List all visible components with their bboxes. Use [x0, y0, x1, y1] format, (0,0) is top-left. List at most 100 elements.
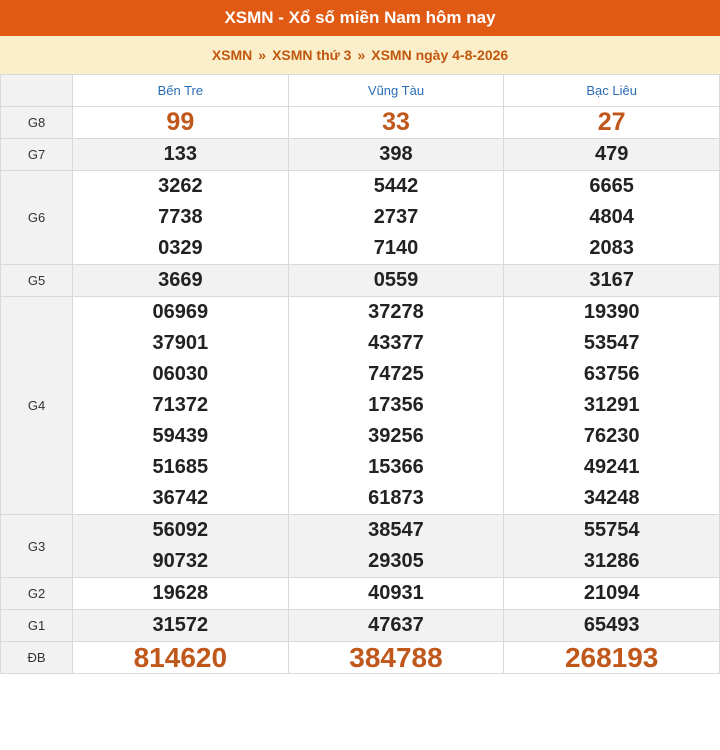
prize-number: 3262 [158, 175, 203, 197]
prize-number: 53547 [583, 332, 640, 354]
prize-cell: 33 [287, 106, 505, 139]
prize-row: G4 06969 37901 06030 71372 59439 51685 36742 372… [0, 296, 720, 515]
prize-number: 3669 [158, 269, 203, 291]
prize-row: G8 99 33 27 [0, 106, 720, 139]
prize-cell: 40931 [287, 577, 505, 610]
prize-number: 51685 [152, 456, 209, 478]
prize-number: 90732 [152, 550, 209, 572]
prize-number: 38547 [368, 519, 424, 541]
prize-cell: 3262 7738 0329 [72, 170, 289, 265]
breadcrumb-separator: » [357, 47, 366, 63]
province-header-vung-tau[interactable]: Vũng Tàu [287, 74, 505, 107]
prize-cell: 268193 [503, 641, 720, 674]
prize-label: G3 [0, 514, 73, 578]
prize-number: 31291 [583, 394, 640, 416]
prize-number: 15366 [368, 456, 424, 478]
prize-cell: 21094 [503, 577, 720, 610]
prize-cell: 3669 [72, 264, 289, 297]
prize-cell: 06969 37901 06030 71372 59439 51685 36742 [72, 296, 289, 515]
prize-cell: 56092 90732 [72, 514, 289, 578]
prize-number: 384788 [349, 642, 443, 673]
prize-cell: 398 [287, 138, 505, 171]
prize-row: G7 133 398 479 [0, 138, 720, 171]
prize-number: 34248 [583, 487, 640, 509]
prize-label: G4 [0, 296, 73, 515]
prize-cell: 65493 [503, 609, 720, 642]
prize-number: 17356 [368, 394, 424, 416]
breadcrumb-link-date[interactable]: XSMN ngày 4-8-2026 [371, 47, 508, 63]
prize-number: 37901 [152, 332, 209, 354]
prize-number: 74725 [368, 363, 424, 385]
prize-cell: 27 [503, 106, 720, 139]
prize-number: 99 [166, 108, 195, 136]
prize-number: 21094 [583, 582, 640, 604]
prize-number: 398 [379, 143, 413, 165]
prize-label: G5 [0, 264, 73, 297]
prize-number: 06030 [152, 363, 209, 385]
prize-number: 2737 [373, 206, 419, 228]
prize-number: 2083 [589, 237, 634, 259]
province-header-ben-tre[interactable]: Bến Tre [72, 74, 289, 107]
prize-row: G5 3669 0559 3167 [0, 264, 720, 297]
prize-number: 7140 [373, 237, 419, 259]
prize-row: G2 19628 40931 21094 [0, 577, 720, 610]
prize-cell: 5442 2737 7140 [287, 170, 505, 265]
results-table: Bến Tre Vũng Tàu Bạc Liêu G8 99 33 27 G7 133 3… [0, 74, 720, 674]
prize-cell: 6665 4804 2083 [503, 170, 720, 265]
prize-cell: 31572 [72, 609, 289, 642]
prize-number: 31286 [583, 550, 640, 572]
breadcrumb-link-xsmn[interactable]: XSMN [212, 47, 252, 63]
page-header: XSMN - Xổ số miền Nam hôm nay [0, 0, 720, 36]
prize-number: 39256 [368, 425, 424, 447]
prize-number: 19628 [152, 582, 209, 604]
prize-number: 0329 [158, 237, 203, 259]
prize-label: ĐB [0, 641, 73, 674]
prize-cell: 0559 [287, 264, 505, 297]
breadcrumb-separator: » [258, 47, 267, 63]
prize-number: 4804 [589, 206, 634, 228]
prize-cell: 814620 [72, 641, 289, 674]
province-header-bac-lieu[interactable]: Bạc Liêu [503, 74, 720, 107]
page-title: XSMN - Xổ số miền Nam hôm nay [224, 8, 496, 27]
prize-rows: G8 99 33 27 G7 133 398 479 G6 3262 7738 0329 5442 273… [0, 106, 720, 674]
prize-cell: 479 [503, 138, 720, 171]
prize-label: G6 [0, 170, 73, 265]
prize-number: 63756 [583, 363, 640, 385]
prize-number: 76230 [583, 425, 640, 447]
prize-cell: 38547 29305 [287, 514, 505, 578]
header-corner [0, 74, 73, 107]
prize-number: 479 [594, 143, 629, 165]
prize-cell: 99 [72, 106, 289, 139]
prize-number: 19390 [583, 301, 640, 323]
prize-number: 65493 [583, 614, 640, 636]
prize-label: G2 [0, 577, 73, 610]
prize-number: 55754 [583, 519, 640, 541]
prize-number: 56092 [152, 519, 209, 541]
prize-number: 47637 [368, 614, 424, 636]
prize-number: 33 [382, 108, 410, 136]
prize-number: 7738 [158, 206, 203, 228]
prize-number: 6665 [589, 175, 634, 197]
prize-number: 59439 [152, 425, 209, 447]
prize-cell: 47637 [287, 609, 505, 642]
prize-cell: 37278 43377 74725 17356 39256 15366 61873 [287, 296, 505, 515]
prize-number: 49241 [583, 456, 640, 478]
prize-number: 29305 [368, 550, 424, 572]
prize-cell: 19628 [72, 577, 289, 610]
prize-number: 61873 [368, 487, 424, 509]
prize-row: ĐB 814620 384788 268193 [0, 641, 720, 674]
prize-number: 06969 [152, 301, 209, 323]
prize-number: 31572 [152, 614, 209, 636]
prize-number: 71372 [152, 394, 209, 416]
breadcrumb-link-weekday[interactable]: XSMN thứ 3 [272, 47, 351, 63]
prize-number: 133 [163, 143, 198, 165]
prize-number: 5442 [373, 175, 419, 197]
prize-number: 40931 [368, 582, 424, 604]
prize-number: 3167 [589, 269, 634, 291]
prize-number: 37278 [368, 301, 424, 323]
prize-number: 36742 [152, 487, 209, 509]
breadcrumb: XSMN » XSMN thứ 3 » XSMN ngày 4-8-2026 [0, 36, 720, 74]
prize-number: 43377 [368, 332, 424, 354]
prize-number: 814620 [133, 642, 228, 673]
province-header-row: Bến Tre Vũng Tàu Bạc Liêu [0, 74, 720, 107]
